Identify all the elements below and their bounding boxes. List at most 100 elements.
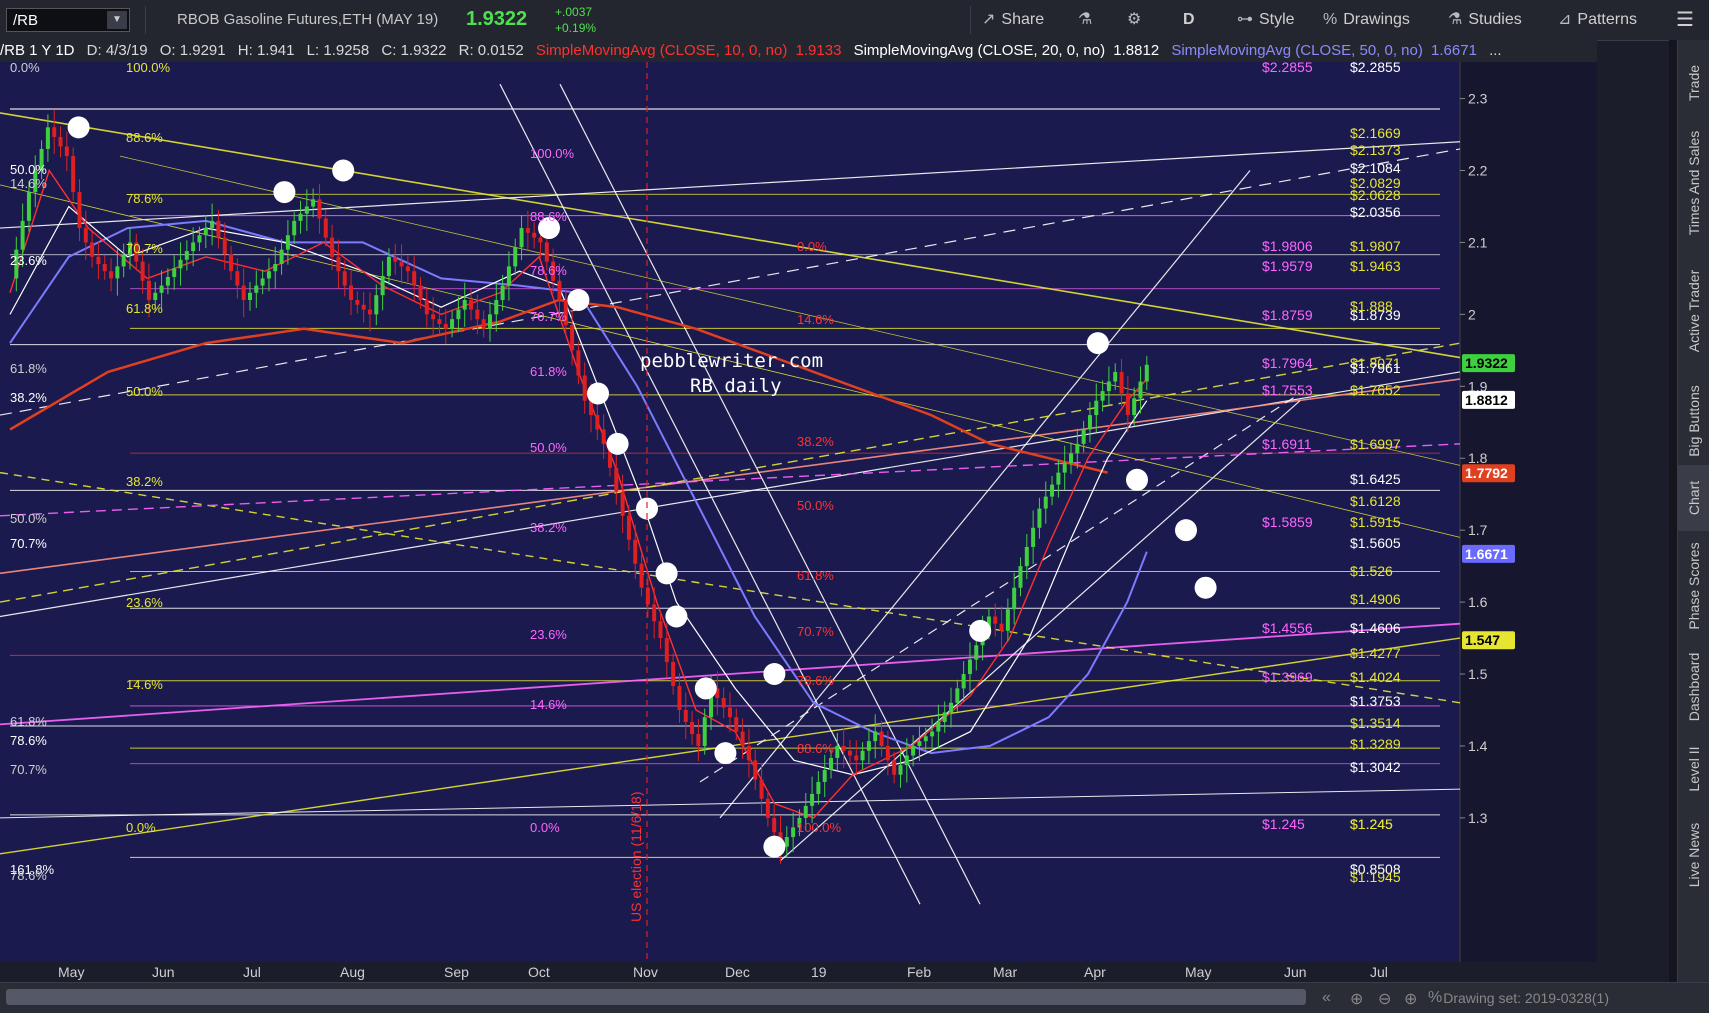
sma50-label: SimpleMovingAvg (CLOSE, 50, 0, no)	[1171, 42, 1423, 59]
chart-svg[interactable]: US election (11/6/18) pebblewriter.com RB …	[0, 59, 1597, 962]
sma10-value: 1.9133	[795, 42, 842, 59]
info-more[interactable]: ...	[1489, 42, 1502, 59]
right-price-label: $1.3289	[1350, 736, 1401, 752]
net-change: +.0037	[555, 5, 593, 19]
candle-body	[58, 136, 63, 147]
share-label: Share	[1001, 11, 1045, 28]
candle-body	[1043, 496, 1048, 509]
sidebar-tab-label: Big Buttons	[1685, 385, 1702, 457]
right-price-label: $2.1373	[1350, 142, 1401, 158]
zoom-out-icon[interactable]: ⊖	[1378, 989, 1391, 1009]
crosshair-icon[interactable]: ⊕	[1350, 989, 1363, 1009]
timeframe-button[interactable]: D	[1183, 9, 1195, 31]
y-tick-label: 2.3	[1468, 91, 1488, 107]
chart-info-bar: /RB 1 Y 1D D: 4/3/19 O: 1.9291 H: 1.941 …	[0, 40, 1597, 62]
chevron-down-icon[interactable]: ▼	[107, 11, 127, 29]
candle-body	[930, 731, 935, 737]
pivot-marker	[273, 181, 296, 204]
time-scrollbar[interactable]	[6, 989, 1306, 1005]
candle-body	[677, 686, 682, 710]
sidebar-tab-trade[interactable]: Trade	[1678, 45, 1709, 121]
candle-body	[336, 256, 341, 272]
info-close: C: 1.9322	[381, 42, 447, 59]
inner-fib-label: 61.8%	[797, 568, 834, 583]
candle-body	[311, 199, 316, 207]
scroll-left-icon[interactable]: «	[1322, 989, 1331, 1007]
drawings-button[interactable]: % Drawings	[1323, 9, 1410, 31]
inner-fib-label: 100.0%	[530, 146, 575, 161]
pivot-marker	[587, 382, 609, 405]
studies-label: Studies	[1468, 11, 1522, 28]
candle-body	[829, 757, 834, 770]
sidebar-tab-level-ii[interactable]: Level II	[1678, 733, 1709, 805]
symbol-input[interactable]: /RB ▼	[6, 8, 130, 32]
inner-fib-label: 50.0%	[530, 440, 567, 455]
candle-body	[702, 717, 707, 746]
right-price-label-inner: $1.3969	[1262, 669, 1313, 685]
inner-fib-label: 78.6%	[797, 673, 834, 688]
menu-button[interactable]: ☰	[1676, 9, 1694, 31]
sidebar-tab-phase-scores[interactable]: Phase Scores	[1678, 531, 1709, 641]
x-tick-label: Jul	[243, 964, 261, 980]
x-tick-label: Oct	[528, 964, 550, 980]
election-annotation: US election (11/6/18)	[628, 792, 644, 922]
candle-body	[26, 192, 31, 221]
candle-body	[222, 237, 227, 255]
flask-button[interactable]: ⚗	[1078, 9, 1098, 31]
toolbar-divider	[145, 6, 146, 34]
sidebar-tab-dashboard[interactable]: Dashboard	[1678, 641, 1709, 733]
candle-body	[1069, 453, 1074, 464]
left-fib-label: 38.2%	[10, 390, 47, 405]
sidebar-tab-times-and-sales[interactable]: Times And Sales	[1678, 121, 1709, 245]
candle-body	[727, 707, 732, 718]
right-price-label: $1.5605	[1350, 535, 1401, 551]
sidebar-tab-big-buttons[interactable]: Big Buttons	[1678, 377, 1709, 465]
sidebar-tab-chart[interactable]: Chart	[1678, 465, 1709, 531]
right-price-label-inner: $1.9579	[1262, 258, 1313, 274]
x-axis: May Jun Jul Aug Sep Oct Nov Dec 19 Feb Mar Apr May Ju…	[0, 962, 1597, 982]
style-button[interactable]: ⊶ Style	[1237, 9, 1295, 31]
candle-body	[525, 228, 530, 233]
patterns-button[interactable]: ⊿ Patterns	[1558, 9, 1637, 31]
studies-button[interactable]: ⚗ Studies	[1448, 9, 1522, 31]
candle-body	[165, 276, 170, 286]
candle-body	[153, 292, 158, 300]
candle-body	[570, 325, 575, 351]
candle-body	[437, 319, 442, 324]
x-tick-label: Dec	[725, 964, 750, 980]
sidebar-tab-active-trader[interactable]: Active Trader	[1678, 245, 1709, 377]
candle-body	[955, 688, 960, 703]
sma20-label: SimpleMovingAvg (CLOSE, 20, 0, no)	[853, 42, 1106, 59]
candle-body	[513, 247, 518, 267]
watermark-line-2: RB daily	[690, 375, 782, 397]
candle-body	[873, 731, 878, 742]
percent-icon[interactable]: %	[1428, 989, 1442, 1007]
settings-button[interactable]: ⚙	[1127, 9, 1147, 31]
sma10-label: SimpleMovingAvg (CLOSE, 10, 0, no)	[535, 42, 788, 59]
x-tick-label: May	[1185, 964, 1211, 980]
candle-body	[273, 264, 278, 272]
zoom-in-icon[interactable]: ⊕	[1404, 989, 1417, 1009]
candle-body	[557, 280, 562, 300]
candle-body	[658, 621, 663, 639]
drawing-set-label[interactable]: Drawing set: 2019-0328(1)	[1443, 990, 1609, 1006]
x-tick-label: Jul	[1370, 964, 1388, 980]
share-button[interactable]: ↗ Share	[982, 9, 1044, 31]
price-chart[interactable]: US election (11/6/18) pebblewriter.com RB …	[0, 59, 1597, 962]
pivot-marker	[655, 562, 678, 585]
candle-body	[759, 779, 764, 799]
candle-body	[974, 645, 979, 660]
candle-body	[292, 220, 297, 236]
inner-fib-label: 38.2%	[797, 434, 834, 449]
sidebar-tab-live-news[interactable]: Live News	[1678, 805, 1709, 905]
candle-body	[993, 616, 998, 624]
candle-body	[803, 805, 808, 818]
candle-body	[96, 256, 101, 265]
sidebar-tab-label: Phase Scores	[1685, 542, 1702, 630]
candle-body	[601, 429, 606, 444]
symbol-text: /RB	[13, 12, 39, 29]
right-price-label: $2.0628	[1350, 187, 1401, 203]
right-price-label: $2.0356	[1350, 204, 1401, 220]
top-toolbar: /RB ▼ RBOB Gasoline Futures,ETH (MAY 19)…	[0, 0, 1709, 41]
right-price-label: $1.3042	[1350, 759, 1401, 775]
